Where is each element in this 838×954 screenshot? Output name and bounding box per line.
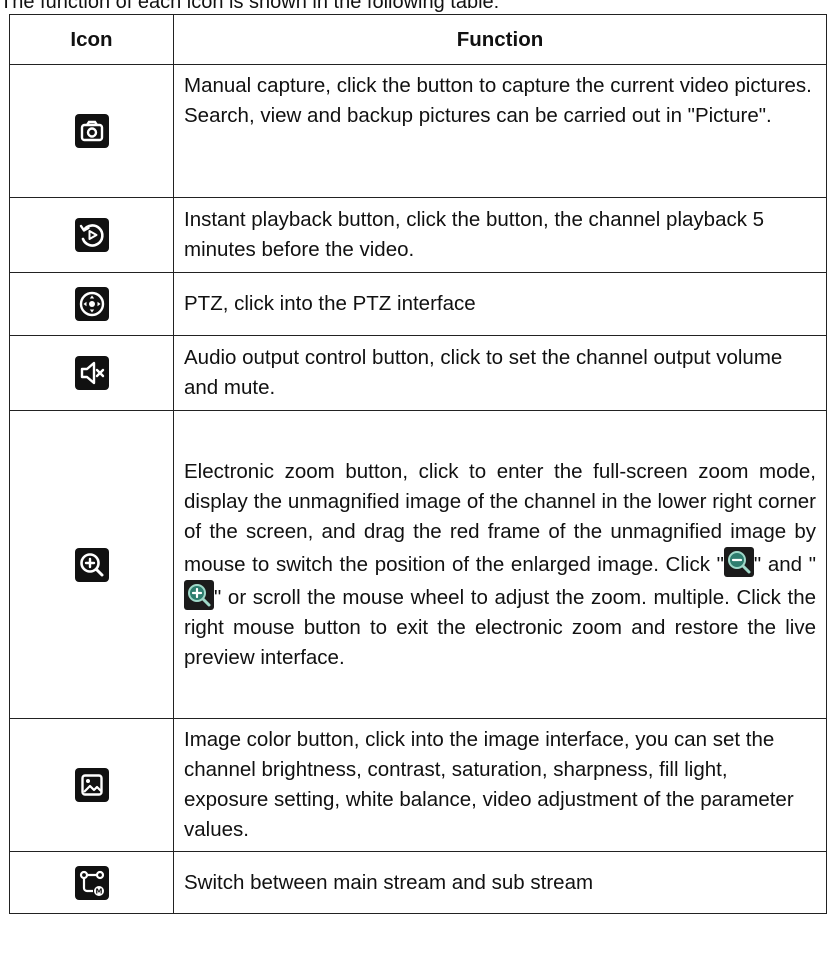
function-text: Electronic zoom button, click to enter t…	[173, 410, 827, 719]
intro-text: The function of each icon is shown in th…	[0, 0, 500, 13]
table-row: Audio output control button, click to se…	[9, 335, 827, 411]
table-row: Image color button, click into the image…	[9, 718, 827, 852]
function-text: PTZ, click into the PTZ interface	[173, 272, 827, 336]
table-row: Electronic zoom button, click to enter t…	[9, 410, 827, 719]
table-row: M Switch between main stream and sub str…	[9, 851, 827, 914]
function-text: Manual capture, click the button to capt…	[173, 64, 827, 198]
camera-icon	[74, 114, 109, 148]
header-function: Function	[173, 14, 827, 65]
function-text: Image color button, click into the image…	[173, 718, 827, 852]
table-row: Instant playback button, click the butto…	[9, 197, 827, 273]
audio-mute-icon	[74, 356, 109, 390]
function-text: Instant playback button, click the butto…	[173, 197, 827, 273]
zoom-out-icon	[723, 546, 754, 577]
zoom-in-inline-icon	[184, 579, 214, 610]
stream-switch-icon: M	[74, 865, 109, 900]
function-text: Switch between main stream and sub strea…	[173, 851, 827, 914]
table-header-row: Icon Function	[9, 14, 827, 65]
svg-text:M: M	[95, 887, 102, 895]
image-color-icon	[74, 768, 109, 802]
table-row: Manual capture, click the button to capt…	[9, 64, 827, 198]
ptz-icon	[74, 287, 109, 321]
table-row: PTZ, click into the PTZ interface	[9, 272, 827, 336]
instant-playback-icon	[74, 218, 109, 252]
header-icon: Icon	[9, 14, 174, 65]
icon-function-table: Icon Function Manual capture, click the …	[9, 14, 827, 914]
zoom-in-icon	[74, 547, 109, 582]
function-text: Audio output control button, click to se…	[173, 335, 827, 411]
